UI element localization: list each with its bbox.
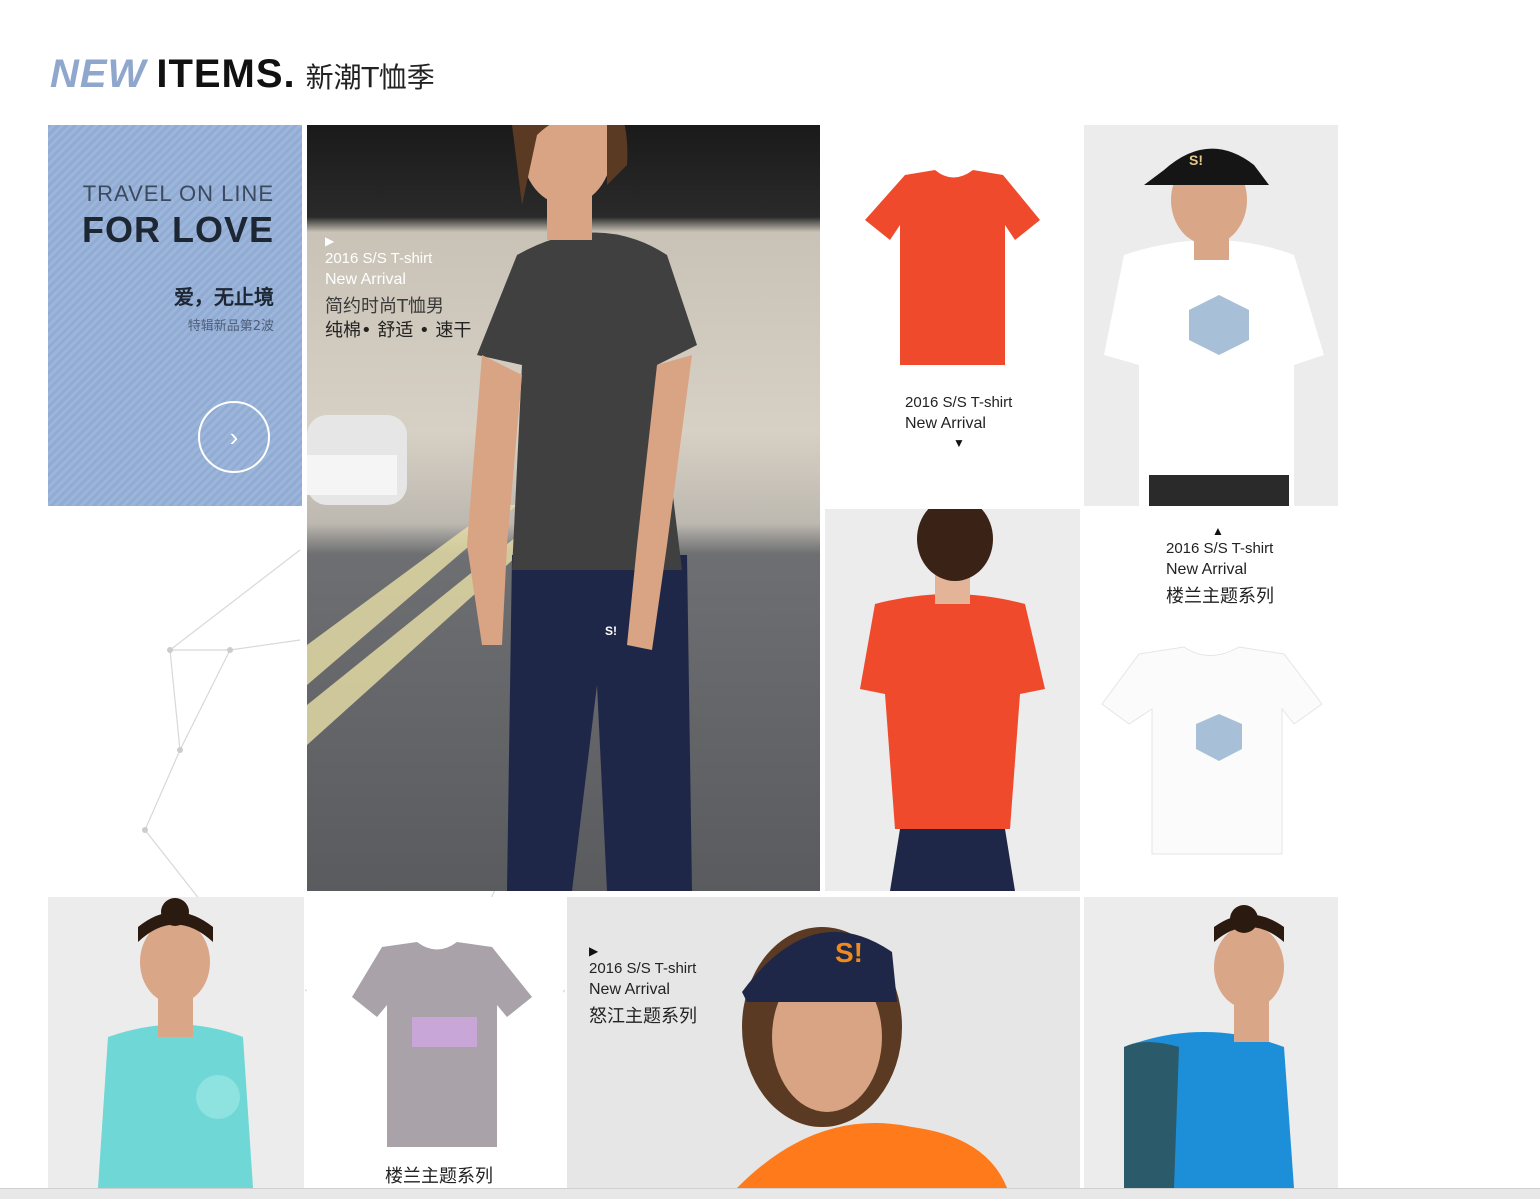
hero-caption: ▶ 2016 S/S T-shirt New Arrival 简约时尚T恤男 纯…: [325, 233, 471, 344]
page-header: NEW ITEMS. 新潮T恤季: [50, 52, 435, 96]
cap-tile-series: 怒江主题系列: [589, 1006, 697, 1028]
cap-tile-arrival: New Arrival: [589, 981, 670, 999]
woman-cyan-tee-photo: [98, 898, 253, 1188]
hero-arrival: New Arrival: [325, 271, 406, 289]
hero-tile-man-dark-tee[interactable]: S! ▶ 2016 S/S T-shirt New Arrival 简约时尚T恤…: [307, 125, 820, 891]
down-triangle-icon: ▼: [953, 435, 965, 450]
red-tee-product-tile[interactable]: 2016 S/S T-shirt New Arrival ▼: [825, 125, 1080, 505]
white-tee-man-cap-tile[interactable]: S!: [1084, 125, 1338, 506]
promo-for-love-text: FOR LOVE: [81, 209, 274, 250]
grey-tee-image: [352, 942, 532, 1147]
hero-tag: 2016 S/S T-shirt: [325, 250, 433, 268]
woman-red-tee-photo: [860, 509, 1045, 891]
decorative-network-lines: [142, 549, 301, 901]
man-cap-orange-tee-tile[interactable]: S! ▶ 2016 S/S T-shirt New Arrival 怒江主题系列: [567, 897, 1080, 1188]
grey-tee-product-tile[interactable]: 楼兰主题系列: [307, 897, 563, 1188]
white-tee-image: [1101, 646, 1323, 855]
promo-tile[interactable]: TRAVEL ON LINE FOR LOVE 爱，无止境 特辑新品第2波 ›: [48, 125, 302, 506]
white-tee-product-tile[interactable]: ▲ 2016 S/S T-shirt New Arrival 楼兰主题系列: [1084, 509, 1338, 891]
promo-subtitle: 特辑新品第2波: [187, 319, 274, 334]
promo-chinese-slogan: 爱，无止境: [174, 285, 274, 309]
grey-tee-caption: 楼兰主题系列: [385, 1165, 493, 1188]
man-cap-orange-tee-photo: S!: [737, 927, 1007, 1188]
cap-logo: S!: [835, 937, 863, 968]
cap-tile-tag: 2016 S/S T-shirt: [589, 960, 697, 978]
promo-arrow-button[interactable]: ›: [198, 401, 270, 473]
red-tee-tag: 2016 S/S T-shirt: [905, 394, 1013, 411]
woman-blue-tee-backpack-tile[interactable]: [1084, 897, 1338, 1188]
chevron-right-icon: ›: [229, 421, 239, 452]
play-marker-icon-2: ▶: [589, 944, 599, 958]
woman-cyan-tee-tile[interactable]: [48, 897, 304, 1188]
play-marker-icon: ▶: [325, 234, 335, 248]
woman-red-tee-tile[interactable]: [825, 509, 1080, 891]
red-tee-image: [865, 170, 1040, 365]
hero-desc-1: 简约时尚T恤男: [325, 296, 444, 318]
red-tee-caption: 2016 S/S T-shirt New Arrival ▼: [905, 393, 1012, 451]
header-chinese-title: 新潮T恤季: [305, 61, 435, 94]
svg-text:S!: S!: [605, 624, 617, 638]
red-tee-arrival: New Arrival: [905, 415, 986, 433]
svg-text:S!: S!: [1189, 152, 1203, 168]
window-bottom-bar: [0, 1188, 1540, 1199]
woman-blue-tee-photo: [1124, 905, 1294, 1188]
grey-tee-series: 楼兰主题系列: [385, 1166, 493, 1187]
header-items: ITEMS.: [156, 52, 296, 96]
cap-tile-caption: ▶ 2016 S/S T-shirt New Arrival 怒江主题系列: [589, 943, 697, 1029]
hero-desc-2: 纯棉• 舒适 • 速干: [325, 320, 472, 342]
promo-travel-text: TRAVEL ON LINE: [82, 181, 274, 206]
header-new: NEW: [50, 52, 147, 96]
white-tee-man-photo: S!: [1104, 148, 1324, 506]
